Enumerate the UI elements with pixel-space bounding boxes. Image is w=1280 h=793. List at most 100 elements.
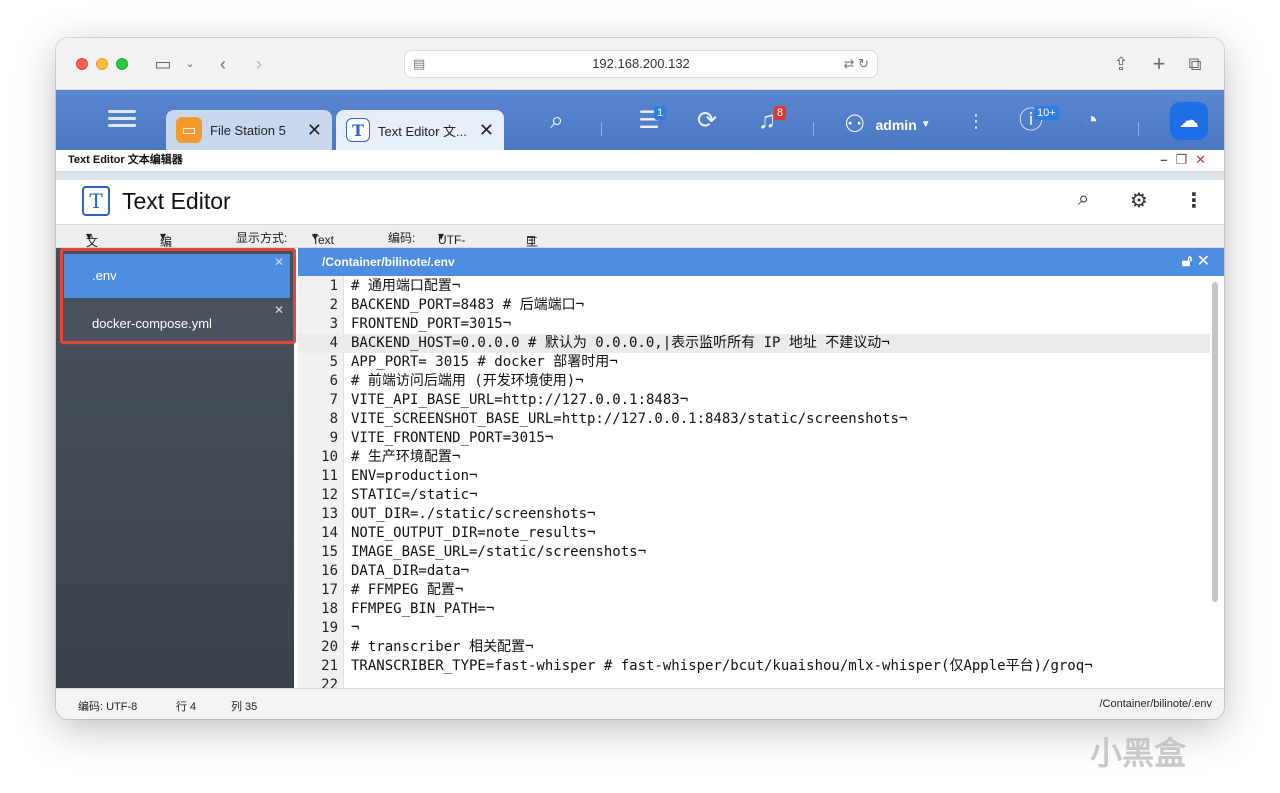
minimize-icon[interactable]: –	[1160, 152, 1175, 167]
tab-file-station[interactable]: ▭ File Station 5 ✕	[166, 110, 332, 150]
app-window-titlebar: Text Editor 文本编辑器 –❐✕	[56, 150, 1224, 172]
code-line[interactable]: 5 APP_PORT= 3015 # docker 部署时用¬	[298, 353, 1210, 372]
dashboard-icon[interactable]: ◔	[1076, 107, 1106, 135]
line-text: FRONTEND_PORT=3015¬	[351, 316, 512, 332]
tab-overview-icon[interactable]: ⧉	[1184, 52, 1206, 76]
close-icon[interactable]: ✕	[1195, 152, 1214, 167]
status-bar: 编码: UTF-8 行 4 列 35 /Container/bilinote/.…	[56, 688, 1224, 719]
code-line[interactable]: 6 # 前端访问后端用 (开发环境使用)¬	[298, 372, 1210, 391]
status-row: 行 4	[176, 701, 197, 713]
user-menu[interactable]: ⚇ admin ▼	[844, 110, 931, 139]
more-options-icon[interactable]: ⋮	[966, 107, 986, 135]
code-line[interactable]: 21 TRANSCRIBER_TYPE=fast-whisper # fast-w…	[298, 657, 1210, 676]
code-line[interactable]: 4 BACKEND_HOST=0.0.0.0 # 默认为 0.0.0.0,|表示监…	[298, 334, 1210, 353]
updates-badge: 10+	[1034, 106, 1059, 120]
line-number: 7	[329, 392, 338, 408]
code-line[interactable]: 16 DATA_DIR=data¬	[298, 562, 1210, 581]
encoding-select[interactable]: UTF-8▾	[438, 229, 465, 261]
code-line[interactable]: 13 OUT_DIR=./static/screenshots¬	[298, 505, 1210, 524]
search-icon[interactable]: ⌕	[542, 107, 572, 135]
zoom-window-button[interactable]	[116, 58, 128, 70]
line-number: 22	[321, 677, 338, 688]
highlight-box	[60, 248, 296, 344]
close-tab-icon[interactable]: ✕	[307, 120, 322, 141]
tab-text-editor[interactable]: T Text Editor 文... ✕	[336, 110, 504, 150]
file-path: /Container/bilinote/.env	[322, 255, 455, 269]
line-text: # 前端访问后端用 (开发环境使用)¬	[351, 373, 584, 389]
line-text: VITE_API_BASE_URL=http://127.0.0.1:8483¬	[351, 392, 689, 408]
minimize-window-button[interactable]	[96, 58, 108, 70]
menu-edit[interactable]: 编辑▾	[160, 229, 172, 266]
app-header: T Text Editor ⌕ ⚙ ⋮	[56, 180, 1224, 224]
page-menu-icon[interactable]: ▤	[413, 51, 425, 77]
translate-reload-icon[interactable]: ⇄ ↻	[844, 51, 869, 77]
view-mode-select[interactable]: Text ▾	[312, 229, 334, 247]
gear-icon[interactable]: ⚙	[1130, 188, 1148, 213]
line-text: IMAGE_BASE_URL=/static/screenshots¬	[351, 544, 647, 560]
back-icon[interactable]: ‹	[214, 52, 232, 76]
menu-file[interactable]: 文件▾	[86, 229, 98, 266]
line-text: # transcriber 相关配置¬	[351, 639, 534, 655]
browser-toolbar: ▭ ⌄ ‹ › ▤ 192.168.200.132 ⇄ ↻ ⇪ + ⧉	[56, 38, 1224, 90]
line-text: FFMPEG_BIN_PATH=¬	[351, 601, 495, 617]
menu-bar: 文件▾ 编辑▾ 显示方式: Text▾ 编码: UTF-8▾ ⊟工作区: 单个窗…	[56, 224, 1224, 351]
line-number: 15	[321, 544, 338, 560]
line-number: 9	[329, 430, 338, 446]
line-text: # FFMPEG 配置¬	[351, 582, 464, 598]
code-line[interactable]: 22	[298, 676, 1210, 688]
search-icon[interactable]: ⌕	[1078, 188, 1089, 211]
code-line[interactable]: 3 FRONTEND_PORT=3015¬	[298, 315, 1210, 334]
tasks-badge: 1	[654, 106, 667, 120]
code-line[interactable]: 8 VITE_SCREENSHOT_BASE_URL=http://127.0.0…	[298, 410, 1210, 429]
share-icon[interactable]: ⇪	[1110, 52, 1132, 76]
status-path: /Container/bilinote/.env	[1099, 698, 1212, 710]
code-line[interactable]: 18 FFMPEG_BIN_PATH=¬	[298, 600, 1210, 619]
code-editor[interactable]: 1 # 通用端口配置¬ 2 BACKEND_PORT=8483 # 后端端口¬ 3 FRO…	[298, 276, 1224, 688]
line-text: ¬	[351, 620, 360, 636]
close-window-button[interactable]	[76, 58, 88, 70]
restore-icon[interactable]: ❐	[1175, 152, 1195, 167]
unlock-icon[interactable]: 🔓︎	[1182, 253, 1192, 270]
address-bar[interactable]: ▤ 192.168.200.132 ⇄ ↻	[404, 50, 878, 78]
chevron-down-icon[interactable]: ⌄	[184, 52, 196, 76]
code-line[interactable]: 20 # transcriber 相关配置¬	[298, 638, 1210, 657]
status-encoding: 编码: UTF-8	[78, 701, 138, 713]
vertical-scrollbar[interactable]	[1212, 282, 1218, 602]
code-line[interactable]: 15 IMAGE_BASE_URL=/static/screenshots¬	[298, 543, 1210, 562]
line-text: OUT_DIR=./static/screenshots¬	[351, 506, 596, 522]
line-number: 3	[329, 316, 338, 332]
code-line[interactable]: 11 ENV=production¬	[298, 467, 1210, 486]
divider	[56, 172, 1224, 180]
code-line[interactable]: 17 # FFMPEG 配置¬	[298, 581, 1210, 600]
qts-taskbar: ▭ File Station 5 ✕ T Text Editor 文... ✕ …	[56, 90, 1224, 150]
forward-icon[interactable]: ›	[250, 52, 268, 76]
window-title: Text Editor 文本编辑器	[68, 154, 183, 166]
code-line[interactable]: 7 VITE_API_BASE_URL=http://127.0.0.1:8483…	[298, 391, 1210, 410]
cloud-icon[interactable]: ☁	[1170, 102, 1208, 140]
line-text: VITE_SCREENSHOT_BASE_URL=http://127.0.0.…	[351, 411, 908, 427]
encoding-label: 编码:	[388, 231, 416, 245]
sidebar-toggle-icon[interactable]: ▭	[152, 52, 174, 76]
code-line[interactable]: 14 NOTE_OUTPUT_DIR=note_results¬	[298, 524, 1210, 543]
line-text: BACKEND_HOST=0.0.0.0 # 默认为 0.0.0.0,|表示监听…	[351, 335, 890, 351]
code-line[interactable]: 1 # 通用端口配置¬	[298, 277, 1210, 296]
line-number: 1	[329, 278, 338, 294]
close-icon[interactable]: ✕	[1197, 253, 1210, 270]
watermark: 小黑盒	[1090, 735, 1187, 771]
code-line[interactable]: 19 ¬	[298, 619, 1210, 638]
sync-icon[interactable]: ⟳	[692, 107, 722, 135]
new-tab-icon[interactable]: +	[1148, 52, 1170, 76]
browser-window: ▭ ⌄ ‹ › ▤ 192.168.200.132 ⇄ ↻ ⇪ + ⧉ ▭ Fi…	[56, 38, 1224, 719]
main-menu-icon[interactable]	[108, 106, 136, 136]
more-icon[interactable]: ⋮	[1184, 188, 1204, 213]
code-line[interactable]: 2 BACKEND_PORT=8483 # 后端端口¬	[298, 296, 1210, 315]
status-col: 列 35	[231, 701, 258, 713]
close-tab-icon[interactable]: ✕	[479, 120, 494, 141]
username: admin	[875, 116, 917, 133]
code-line[interactable]: 12 STATIC=/static¬	[298, 486, 1210, 505]
code-line[interactable]: 10 # 生产环境配置¬	[298, 448, 1210, 467]
line-text: # 通用端口配置¬	[351, 278, 461, 294]
line-text: NOTE_OUTPUT_DIR=note_results¬	[351, 525, 596, 541]
app-title: Text Editor	[122, 188, 231, 214]
code-line[interactable]: 9 VITE_FRONTEND_PORT=3015¬	[298, 429, 1210, 448]
